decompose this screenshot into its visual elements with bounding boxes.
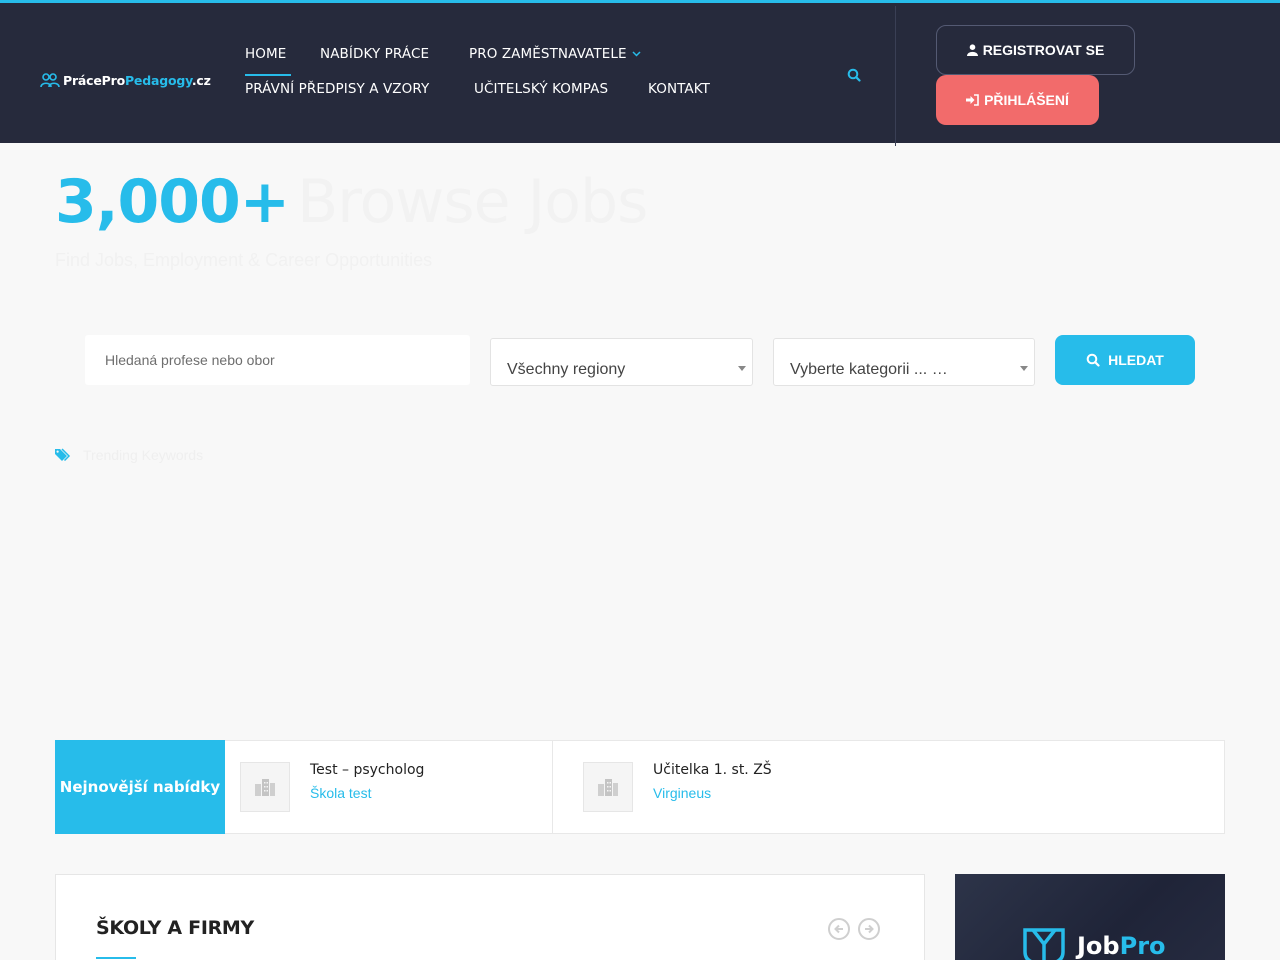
category-select[interactable]: Vyberte kategorii ... … — [773, 338, 1035, 386]
schools-and-companies-panel: ŠKOLY A FIRMY — [55, 874, 925, 960]
nav-legal[interactable]: PRÁVNÍ PŘEDPISY A VZORY — [245, 81, 429, 97]
search-submit-button[interactable]: HLEDAT — [1055, 335, 1195, 385]
site-header: PráceProPedagogy.cz HOME NABÍDKY PRÁCE P… — [0, 0, 1280, 146]
company-logo-placeholder — [240, 762, 290, 812]
schools-title: ŠKOLY A FIRMY — [96, 917, 254, 939]
tags-icon — [55, 448, 71, 462]
latest-job-item[interactable]: Učitelka 1. st. ZŠ Virgineus — [569, 741, 969, 833]
jobpro-ad-banner[interactable]: JobPro — [955, 874, 1225, 960]
hero-count: 3,000+ — [55, 167, 290, 237]
nav-job-offers[interactable]: NABÍDKY PRÁCE — [320, 46, 429, 62]
job-company[interactable]: Virgineus — [653, 785, 711, 801]
register-label: REGISTROVAT SE — [982, 42, 1105, 58]
job-company[interactable]: Škola test — [310, 785, 371, 801]
logo-text: PráceProPedagogy.cz — [63, 72, 211, 88]
chevron-down-icon — [632, 51, 641, 57]
nav-teacher-compass[interactable]: UČITELSKÝ KOMPAS — [474, 81, 608, 97]
nav-active-indicator — [245, 74, 291, 76]
region-select-value: Všechny regiony — [507, 361, 626, 378]
caret-down-icon — [738, 366, 746, 371]
search-submit-label: HLEDAT — [1108, 352, 1164, 368]
header-divider — [895, 6, 896, 146]
hero-subline: Find Jobs, Employment & Career Opportuni… — [55, 250, 433, 270]
building-icon — [255, 779, 275, 796]
region-select[interactable]: Všechny regiony — [490, 338, 753, 386]
job-separator — [552, 741, 553, 833]
nav-for-employers[interactable]: PRO ZAMĚSTNAVATELE — [469, 46, 641, 62]
latest-offers-label: Nejnovější nabídky — [55, 740, 225, 834]
logo-icon — [40, 73, 60, 88]
jobpro-brand: JobPro — [1077, 932, 1166, 960]
category-select-value: Vyberte kategorii ... … — [790, 361, 948, 378]
building-icon — [598, 779, 618, 796]
login-button[interactable]: PŘIHLÁŠENÍ — [936, 75, 1099, 125]
trending-keywords: Trending Keywords — [55, 447, 203, 463]
carousel-prev-button[interactable] — [828, 918, 850, 940]
register-button[interactable]: REGISTROVAT SE — [936, 25, 1135, 75]
job-title[interactable]: Učitelka 1. st. ZŠ — [653, 762, 772, 778]
login-label: PŘIHLÁŠENÍ — [984, 92, 1069, 108]
arrow-right-icon — [865, 924, 874, 934]
keyword-search-input[interactable] — [85, 335, 470, 385]
trending-keywords-label: Trending Keywords — [83, 447, 204, 463]
arrow-left-icon — [834, 924, 843, 934]
hero-heading: 3,000+ Browse Jobs — [55, 165, 648, 240]
latest-job-item[interactable]: Test – psycholog Škola test — [226, 741, 552, 833]
title-underline — [96, 957, 136, 959]
company-logo-placeholder — [583, 762, 633, 812]
nav-contact[interactable]: KONTAKT — [648, 81, 710, 97]
sign-in-icon — [966, 94, 979, 106]
nav-home[interactable]: HOME — [245, 46, 286, 62]
hero-headline: Browse Jobs — [297, 167, 648, 237]
carousel-next-button[interactable] — [858, 918, 880, 940]
site-logo[interactable]: PráceProPedagogy.cz — [40, 72, 211, 88]
latest-offers-bar: Nejnovější nabídky Test – psycholog Škol… — [55, 740, 1225, 834]
search-icon — [1086, 353, 1100, 367]
search-icon[interactable] — [847, 68, 861, 82]
caret-down-icon — [1020, 366, 1028, 371]
job-title[interactable]: Test – psycholog — [310, 762, 424, 778]
user-icon — [966, 44, 978, 56]
jobpro-logo-icon — [1023, 928, 1065, 960]
